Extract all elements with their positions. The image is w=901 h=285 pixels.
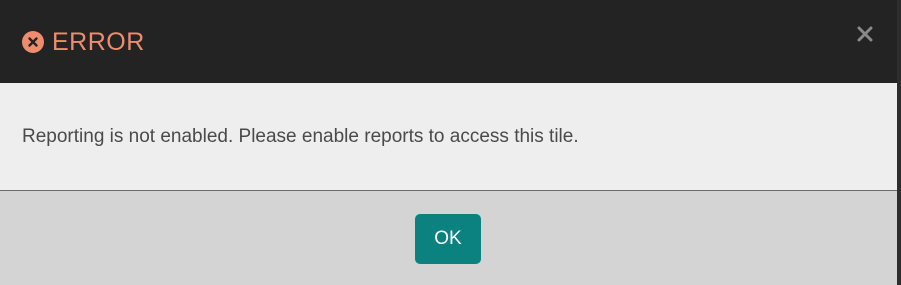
dialog-header: ERROR xyxy=(0,0,897,83)
dialog-footer: OK xyxy=(0,191,897,285)
close-button[interactable] xyxy=(857,26,873,42)
ok-button[interactable]: OK xyxy=(415,214,481,264)
window-edge xyxy=(897,0,901,285)
error-message: Reporting is not enabled. Please enable … xyxy=(22,126,579,147)
dialog-title: ERROR xyxy=(52,28,145,56)
dialog-title-group: ERROR xyxy=(22,28,145,56)
error-icon xyxy=(22,31,44,53)
error-dialog: ERROR Reporting is not enabled. Please e… xyxy=(0,0,901,285)
dialog-body: Reporting is not enabled. Please enable … xyxy=(0,83,897,191)
close-icon xyxy=(857,26,873,46)
